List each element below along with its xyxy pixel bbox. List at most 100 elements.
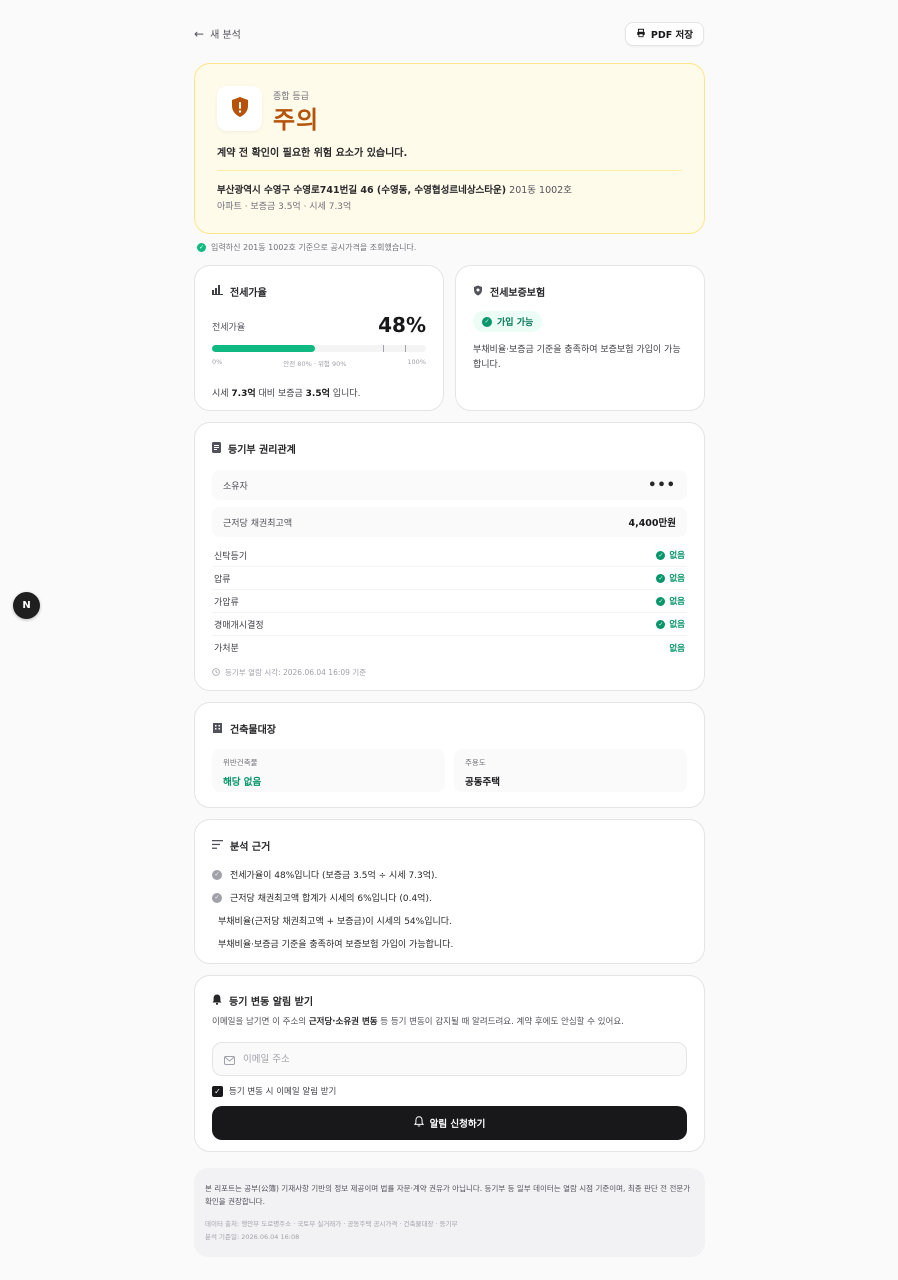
nextjs-devtools-button[interactable]: N (13, 592, 40, 619)
ratio-label: 전세가율 (212, 323, 246, 333)
foot-suffix: 입니다. (329, 389, 361, 399)
alert-desc-suffix: 등 등기 변동이 감지될 때 알려드려요. 계약 후에도 안심할 수 있어요. (377, 1017, 624, 1027)
basis-title: 분석 근거 (212, 838, 687, 853)
shield-alert-icon (230, 96, 250, 122)
bar-chart-icon (212, 285, 223, 298)
rights-row-provisional-seizure: 가압류 ✓ 없음 (212, 590, 687, 613)
grade-description: 계약 전 확인이 필요한 위험 요소가 있습니다. (217, 148, 408, 159)
basis-title-text: 분석 근거 (230, 842, 271, 853)
check-circle-icon: ✓ (656, 619, 666, 629)
registry-time-text: 등기부 열람 시각: 2026.06.04 16:09 기준 (225, 668, 367, 677)
alert-checkbox-row[interactable]: ✓ 등기 변동 시 이메일 알림 받기 (212, 1085, 687, 1097)
foot-deposit: 3.5억 (305, 389, 330, 399)
top-bar: ← 새 분석 PDF 저장 (194, 0, 705, 70)
check-circle-icon: ✓ (656, 596, 666, 606)
basis-list: ✓ 전세가율이 48%입니다 (보증금 3.5억 ÷ 시세 7.3억). ✓ 근… (212, 863, 687, 955)
disclaimer-text: 본 리포트는 공부(公簿) 기재사항 기반의 정보 제공이며 법률 자문·계약 … (205, 1184, 691, 1206)
foot-prefix: 시세 (212, 389, 232, 399)
disclaimer-box: 본 리포트는 공부(公簿) 기재사항 기반의 정보 제공이며 법률 자문·계약 … (194, 1168, 705, 1257)
rights-row-seizure: 압류 ✓ 없음 (212, 567, 687, 590)
rights-value: 없음 (669, 551, 685, 561)
alert-title-text: 등기 변동 알림 받기 (229, 997, 314, 1008)
use-item: 주용도 공동주택 (454, 749, 687, 792)
scale-min: 0% (212, 358, 223, 366)
owner-row: 소유자 ••• (212, 470, 687, 500)
shield-icon (473, 285, 483, 299)
building-card: 건축물대장 위반건축물 해당 없음 주용도 공동주택 (194, 702, 705, 808)
rights-row-injunction: 가처분 없음 (212, 636, 687, 659)
insurance-title-text: 전세보증보험 (490, 288, 546, 299)
basis-text: 전세가율이 48%입니다 (보증금 3.5억 ÷ 시세 7.3억). (230, 871, 438, 881)
registry-card: 등기부 권리관계 소유자 ••• 근저당 채권최고액 4,400만원 신탁등기 … (194, 422, 705, 691)
basis-item: 부채비율(근저당 채권최고액 + 보증금)이 시세의 54%입니다. (212, 909, 687, 932)
ratio-progress-bar (212, 345, 426, 352)
bell-icon (212, 994, 222, 1008)
rights-list: 신탁등기 ✓ 없음 압류 ✓ 없음 가압류 ✓ 없음 경매개시결정 ✓ 없음 가처분 없… (212, 544, 687, 659)
insurance-status-text: 가입 가능 (497, 318, 534, 328)
arrow-left-icon: ← (194, 26, 205, 41)
checkbox-label: 등기 변동 시 이메일 알림 받기 (229, 1087, 337, 1097)
check-circle-icon: ✓ (482, 316, 492, 327)
document-icon (212, 441, 221, 456)
grade-icon-box (217, 86, 262, 131)
ratio-footnote: 시세 7.3억 대비 보증금 3.5억 입니다. (212, 386, 426, 399)
check-circle-icon: ✓ (656, 573, 666, 583)
address-unit: 201동 1002호 (506, 185, 572, 196)
alert-desc-bold: 근저당·소유권 변동 (308, 1017, 378, 1027)
grade-card: 종합 등급 주의 계약 전 확인이 필요한 위험 요소가 있습니다. 부산광역시… (194, 63, 705, 234)
email-input[interactable] (243, 1053, 675, 1065)
use-value: 공동주택 (465, 777, 500, 788)
printer-icon (636, 28, 646, 41)
mortgage-label: 근저당 채권최고액 (223, 518, 293, 529)
bell-icon (413, 1116, 424, 1130)
back-link[interactable]: ← 새 분석 (194, 26, 241, 42)
violation-value: 해당 없음 (223, 777, 262, 788)
rights-status: ✓ 없음 (656, 549, 685, 561)
registry-title: 등기부 권리관계 (212, 441, 687, 456)
address-text: 부산광역시 수영구 수영로741번길 46 (수영동, 수영협성르네상스타운) (217, 185, 507, 196)
rights-label: 가처분 (214, 644, 239, 654)
alert-title: 등기 변동 알림 받기 (212, 993, 687, 1008)
insurance-card: 전세보증보험 ✓ 가입 가능 부채비율·보증금 기준을 충족하여 보증보험 가입… (455, 265, 705, 411)
property-summary: 아파트 · 보증금 3.5억 · 시세 7.3억 (217, 202, 352, 212)
basis-text: 부채비율(근저당 채권최고액 + 보증금)이 시세의 54%입니다. (218, 917, 452, 927)
jeonse-ratio-card: 전세가율 전세가율 48% 0% 안전 80% · 위험 90% 100% 시세… (194, 265, 444, 411)
basis-text: 부채비율·보증금 기준을 충족하여 보증보험 가입이 가능합니다. (218, 940, 454, 950)
insurance-title: 전세보증보험 (473, 284, 687, 299)
grade-value: 주의 (273, 106, 320, 134)
violation-item: 위반건축물 해당 없음 (212, 749, 445, 792)
property-address: 부산광역시 수영구 수영로741번길 46 (수영동, 수영협성르네상스타운) … (217, 182, 572, 196)
basis-item: 부채비율·보증금 기준을 충족하여 보증보험 가입이 가능합니다. (212, 932, 687, 955)
rights-status: 없음 (669, 642, 685, 654)
building-grid: 위반건축물 해당 없음 주용도 공동주택 (212, 749, 687, 792)
ratio-value: 48% (378, 313, 426, 337)
use-label: 주용도 (465, 758, 486, 767)
grade-divider (217, 170, 682, 171)
rights-label: 경매개시결정 (214, 620, 264, 631)
jeonse-ratio-title-text: 전세가율 (230, 288, 267, 299)
lookup-note-text: 입력하신 201동 1002호 기준으로 공시가격을 조회했습니다. (211, 243, 417, 252)
rights-status: ✓ 없음 (656, 595, 685, 607)
rights-label: 압류 (214, 574, 231, 585)
registry-title-text: 등기부 권리관계 (228, 445, 296, 456)
rights-value: 없음 (669, 643, 685, 654)
ratio-row: 전세가율 48% (212, 313, 426, 337)
mail-icon (224, 1050, 235, 1069)
insurance-description: 부채비율·보증금 기준을 충족하여 보증보험 가입이 가능합니다. (473, 345, 681, 370)
rights-status: ✓ 없음 (656, 572, 685, 584)
rights-label: 가압류 (214, 597, 239, 608)
rights-value: 없음 (669, 620, 685, 630)
rights-value: 없음 (669, 574, 685, 584)
ratio-progress-fill (212, 345, 315, 352)
list-icon (212, 839, 223, 852)
pdf-save-button[interactable]: PDF 저장 (624, 22, 704, 46)
email-alert-checkbox[interactable]: ✓ (212, 1085, 223, 1097)
foot-mid: 대비 보증금 (255, 389, 306, 399)
insurance-status-badge: ✓ 가입 가능 (473, 311, 543, 332)
check-circle-icon: ✓ (212, 869, 222, 880)
subscribe-button[interactable]: 알림 신청하기 (212, 1106, 687, 1140)
owner-label: 소유자 (223, 481, 248, 492)
analysis-date: 분석 기준일: 2026.06.04 16:08 (205, 1232, 300, 1241)
rights-label: 신탁등기 (214, 551, 248, 562)
email-field[interactable] (212, 1042, 687, 1076)
